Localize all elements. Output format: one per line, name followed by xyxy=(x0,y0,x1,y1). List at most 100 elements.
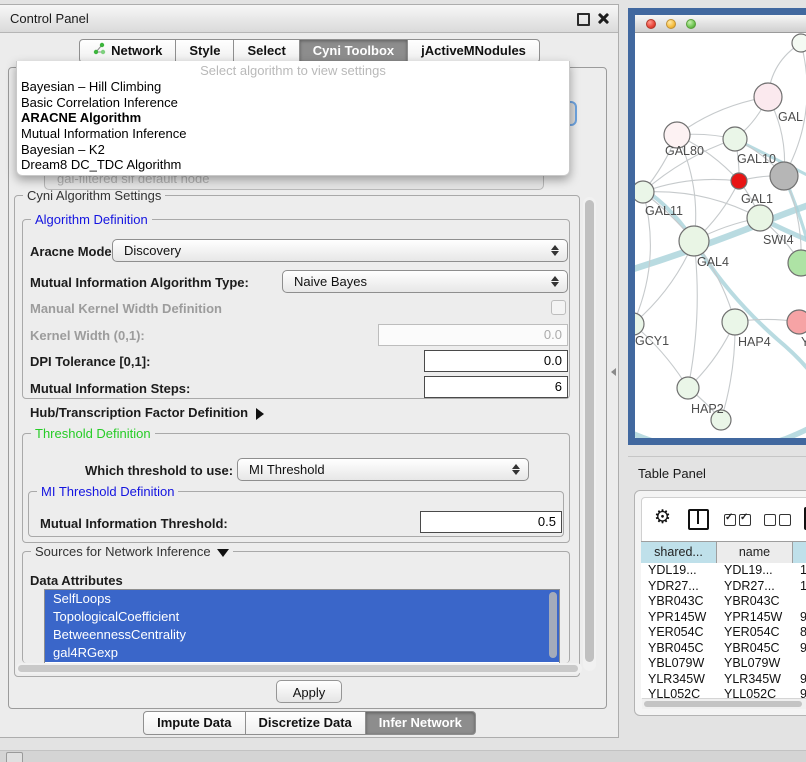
table-row[interactable]: YBL079WYBL079W xyxy=(641,656,806,672)
bottom-tab-discretize-data[interactable]: Discretize Data xyxy=(246,711,366,735)
aracne-mode-combo[interactable]: Discovery xyxy=(112,239,568,262)
sources-group-title[interactable]: Sources for Network Inference xyxy=(31,544,233,559)
network-node[interactable] xyxy=(635,313,644,335)
table-panel-title: Table Panel xyxy=(638,466,706,481)
tab-style[interactable]: Style xyxy=(176,39,234,63)
dpi-tolerance-field[interactable]: 0.0 xyxy=(424,350,568,372)
network-node[interactable] xyxy=(635,181,654,203)
tab-cyni-toolbox[interactable]: Cyni Toolbox xyxy=(300,39,408,63)
network-node[interactable] xyxy=(787,310,806,334)
mi-type-label: Mutual Information Algorithm Type: xyxy=(30,275,249,290)
tab-select[interactable]: Select xyxy=(234,39,299,63)
mi-threshold-field[interactable]: 0.5 xyxy=(420,511,562,533)
minimize-traffic-light-icon[interactable] xyxy=(666,19,676,29)
table-cell: YLL052C xyxy=(641,687,717,698)
bottom-tab-infer-network-label: Infer Network xyxy=(379,713,462,733)
desktop: Control Panel Network StyleSelectCyni Too… xyxy=(0,0,806,762)
split-pane-icon[interactable] xyxy=(688,509,709,530)
settings-scrollbar-thumb[interactable] xyxy=(585,200,594,662)
attribute-item-selfloops[interactable]: SelfLoops xyxy=(45,590,559,608)
mi-threshold-group-title: MI Threshold Definition xyxy=(37,484,178,499)
attributes-scrollbar-thumb[interactable] xyxy=(549,592,557,658)
network-node[interactable] xyxy=(722,309,748,335)
control-panel-window: Control Panel Network StyleSelectCyni Too… xyxy=(0,4,619,738)
bottom-tab-impute-data[interactable]: Impute Data xyxy=(143,711,245,735)
table-body[interactable]: YDL19...YDL19...13YDR27...YDR27...12YBR0… xyxy=(641,563,806,698)
collapsed-panel-icon[interactable] xyxy=(6,752,23,762)
column-header-a[interactable]: A xyxy=(793,542,806,563)
control-panel-titlebar: Control Panel xyxy=(0,5,618,33)
bottom-tab-infer-network[interactable]: Infer Network xyxy=(366,711,476,735)
deselect-all-checkbox-icon[interactable] xyxy=(764,514,776,526)
network-node[interactable] xyxy=(677,377,699,399)
attribute-item-topologicalcoefficient[interactable]: TopologicalCoefficient xyxy=(45,608,559,626)
network-view-window[interactable]: GALGAL80GAL10GAL1GAL11SWI4GAL4GCY1HAP4YH… xyxy=(628,8,806,445)
table-row[interactable]: YBR045CYBR045C9. xyxy=(641,641,806,657)
which-threshold-combo[interactable]: MI Threshold xyxy=(237,458,529,481)
select-all-checkbox-icon[interactable] xyxy=(724,514,736,526)
close-icon[interactable] xyxy=(597,12,610,25)
network-canvas[interactable]: GALGAL80GAL10GAL1GAL11SWI4GAL4GCY1HAP4YH… xyxy=(635,33,806,438)
close-traffic-light-icon[interactable] xyxy=(646,19,656,29)
combo-arrows-icon xyxy=(512,463,520,476)
network-node[interactable] xyxy=(754,83,782,111)
mi-steps-field[interactable]: 6 xyxy=(424,376,568,398)
attribute-item-gal4rgexp[interactable]: gal4RGexp xyxy=(45,644,559,662)
network-node[interactable] xyxy=(770,162,798,190)
network-node[interactable] xyxy=(788,250,806,276)
network-graph: GALGAL80GAL10GAL1GAL11SWI4GAL4GCY1HAP4YH… xyxy=(635,33,806,438)
aracne-mode-value: Discovery xyxy=(124,243,181,258)
apply-button[interactable]: Apply xyxy=(276,680,342,703)
column-header-name[interactable]: name xyxy=(717,542,793,563)
network-node[interactable] xyxy=(723,127,747,151)
tab-jactivemnodules[interactable]: jActiveMNodules xyxy=(408,39,540,63)
table-row[interactable]: YLR345WYLR345W9. xyxy=(641,672,806,688)
algorithm-option-mutual-information-inference[interactable]: Mutual Information Inference xyxy=(17,126,569,142)
tab-network[interactable]: Network xyxy=(79,39,176,63)
algorithm-option-bayesian-k2[interactable]: Bayesian – K2 xyxy=(17,142,569,158)
attribute-item-betweennesscentrality[interactable]: BetweennessCentrality xyxy=(45,626,559,644)
mi-type-combo[interactable]: Naive Bayes xyxy=(282,270,568,293)
tab-network-label: Network xyxy=(111,41,162,61)
network-edge[interactable] xyxy=(643,179,739,192)
table-row[interactable]: YDL19...YDL19...13 xyxy=(641,563,806,579)
manual-kernel-checkbox[interactable] xyxy=(551,300,566,315)
algorithm-option-dream8-dc-tdc-algorithm[interactable]: Dream8 DC_TDC Algorithm xyxy=(17,157,569,173)
network-edge[interactable] xyxy=(677,97,768,135)
table-cell: YBL079W xyxy=(717,656,793,672)
table-horizontal-thumb[interactable] xyxy=(644,701,802,707)
column-header-shared[interactable]: shared... xyxy=(641,542,717,563)
network-node[interactable] xyxy=(731,173,747,189)
hub-definition-toggle[interactable]: Hub/Transcription Factor Definition xyxy=(30,405,264,420)
gear-icon[interactable]: ⚙ xyxy=(654,506,671,530)
table-horizontal-scrollbar[interactable] xyxy=(642,698,806,709)
table-cell: 9. xyxy=(793,672,806,688)
control-panel-title: Control Panel xyxy=(10,11,89,26)
float-window-icon[interactable] xyxy=(577,13,590,26)
network-node[interactable] xyxy=(792,34,806,52)
table-row[interactable]: YER054CYER054C8. xyxy=(641,625,806,641)
settings-horizontal-thumb[interactable] xyxy=(18,665,578,672)
zoom-traffic-light-icon[interactable] xyxy=(686,19,696,29)
network-edge[interactable] xyxy=(688,241,697,388)
table-row[interactable]: YDR27...YDR27...12 xyxy=(641,579,806,595)
splitter-handle[interactable] xyxy=(611,368,616,376)
network-node[interactable] xyxy=(679,226,709,256)
algorithm-option-aracne-algorithm[interactable]: ARACNE Algorithm xyxy=(17,110,569,126)
algorithm-option-bayesian-hill-climbing[interactable]: Bayesian – Hill Climbing xyxy=(17,79,569,95)
settings-scrollbar[interactable] xyxy=(583,197,596,671)
kernel-width-field[interactable]: 0.0 xyxy=(378,324,568,346)
deselect-all-checkbox-icon[interactable] xyxy=(779,514,791,526)
table-row[interactable]: YPR145WYPR145W9. xyxy=(641,610,806,626)
dropdown-placeholder: Select algorithm to view settings xyxy=(17,63,569,79)
network-node[interactable] xyxy=(747,205,773,231)
collapse-arrow-icon[interactable] xyxy=(217,549,229,557)
select-all-checkbox-icon[interactable] xyxy=(739,514,751,526)
settings-horizontal-scrollbar[interactable] xyxy=(16,663,582,674)
table-row[interactable]: YLL052CYLL052C9. xyxy=(641,687,806,698)
algorithm-option-basic-correlation-inference[interactable]: Basic Correlation Inference xyxy=(17,95,569,111)
expand-arrow-icon[interactable] xyxy=(256,408,264,420)
table-row[interactable]: YBR043CYBR043C xyxy=(641,594,806,610)
data-attributes-list[interactable]: SelfLoopsTopologicalCoefficientBetweenne… xyxy=(44,589,560,665)
kernel-width-label: Kernel Width (0,1): xyxy=(30,328,145,343)
